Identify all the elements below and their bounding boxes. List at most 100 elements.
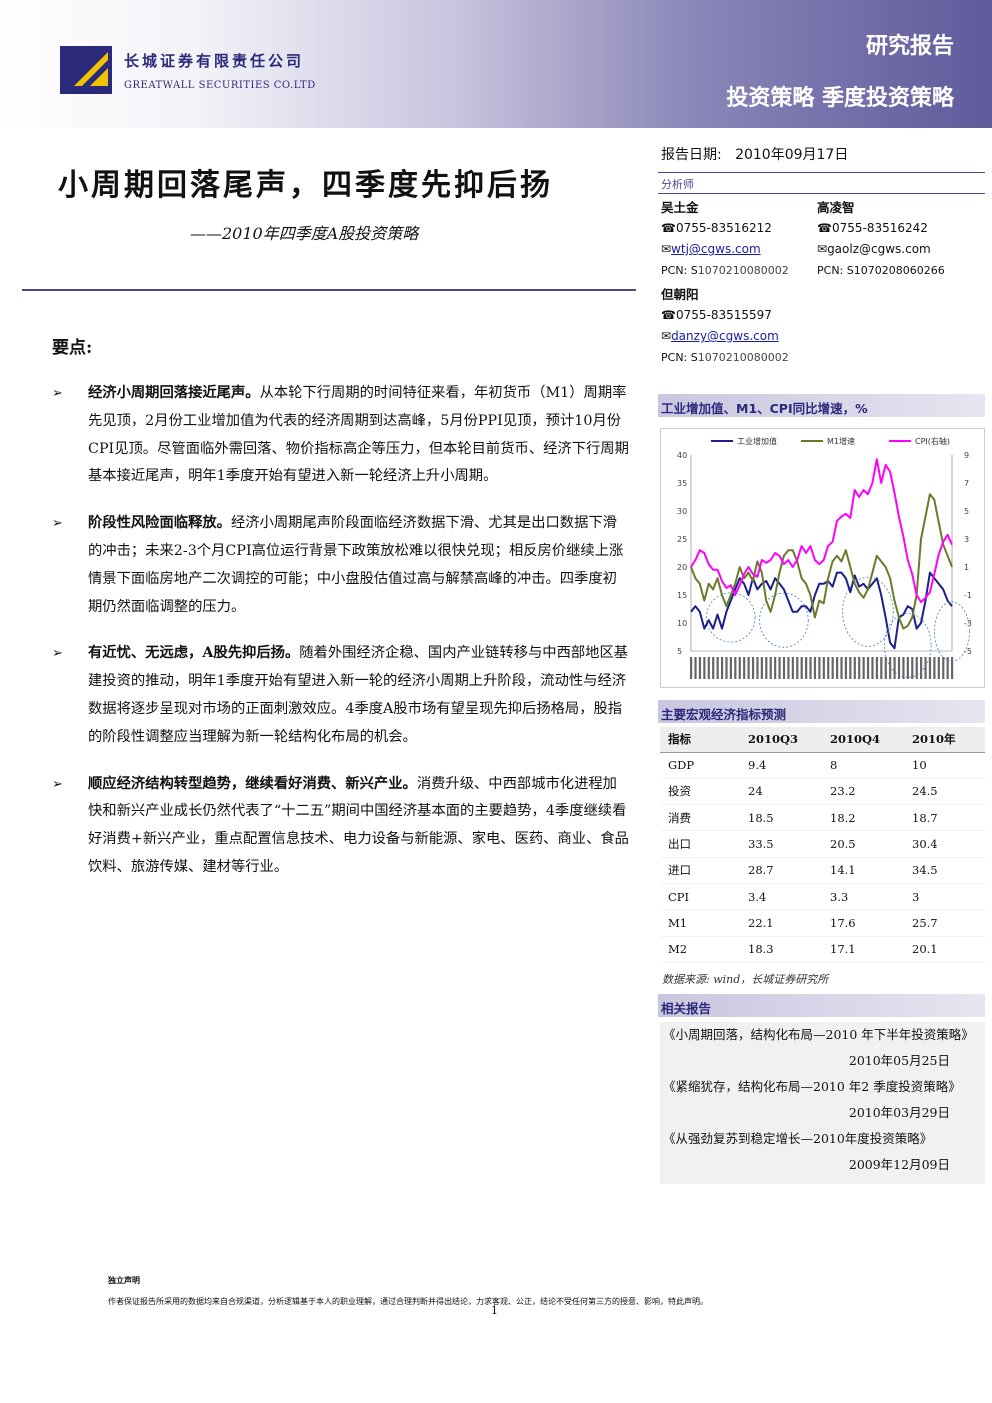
envelope-icon: ✉ xyxy=(661,242,672,256)
x-tick-label xyxy=(844,657,848,679)
key-point: ➢ 阶段性风险面临释放。经济小周期尾声阶段面临经济数据下滑、尤其是出口数据下滑的… xyxy=(52,510,630,621)
company-name-en: GREATWALL SECURITIES CO.LTD xyxy=(124,80,316,91)
table-row: 进口 28.7 14.1 34.5 xyxy=(660,857,985,884)
analyst-name: 但朝阳 xyxy=(661,287,699,302)
table-cell: 3.3 xyxy=(822,883,904,911)
arrow-bullet-icon: ➢ xyxy=(52,646,63,662)
y-tick-label-right: 3 xyxy=(964,535,969,544)
x-tick-label xyxy=(822,657,825,679)
x-tick-label xyxy=(858,657,861,679)
table-cell: 投资 xyxy=(660,778,740,806)
x-tick-label xyxy=(698,657,702,679)
x-tick-label xyxy=(951,657,954,679)
x-tick-label xyxy=(862,657,865,679)
pcn-label: PCN: S xyxy=(817,264,854,277)
table-header-cell: 指标 xyxy=(660,727,740,753)
x-tick-label xyxy=(897,657,901,679)
table-header-row: 指标 2010Q3 2010Q4 2010年 xyxy=(660,727,985,753)
table-cell: CPI xyxy=(660,883,740,911)
related-report-link[interactable]: 《紧缩犹存，结构化布局—2010 年2 季度投资策略》 xyxy=(663,1074,982,1100)
related-report-link[interactable]: 《从强劲复苏到稳定增长—2010年度投资策略》 xyxy=(663,1126,982,1152)
y-tick-label-left: 20 xyxy=(677,563,687,572)
x-tick-label xyxy=(809,657,812,679)
x-tick-label xyxy=(853,657,856,679)
x-tick-label xyxy=(782,657,786,679)
key-point-lead: 顺应经济结构转型趋势，继续看好消费、新兴产业。 xyxy=(88,775,417,792)
x-tick-label xyxy=(760,657,763,679)
pcn-number: 1070210080002 xyxy=(697,351,789,364)
header-banner: 长城证券有限责任公司 GREATWALL SECURITIES CO.LTD 研… xyxy=(0,0,992,128)
table-cell: 14.1 xyxy=(822,857,904,884)
analyst-label: 分析师 xyxy=(661,178,694,191)
analyst-email-link[interactable]: wtj@cgws.com xyxy=(671,242,761,256)
table-header-cell: 2010年 xyxy=(904,727,985,753)
x-tick-label xyxy=(787,657,790,679)
table-row: M2 18.3 17.1 20.1 xyxy=(660,936,985,963)
related-reports-title: 相关报告 xyxy=(658,994,985,1017)
table-cell: 33.5 xyxy=(740,830,822,858)
pcn-label: PCN: S xyxy=(661,264,698,277)
x-tick-label xyxy=(937,657,940,679)
table-cell: 18.7 xyxy=(904,804,985,832)
related-report-date: 2010年03月29日 xyxy=(848,1105,950,1120)
x-tick-label xyxy=(712,657,715,679)
report-date-label: 报告日期: xyxy=(661,147,722,163)
data-source-note: 数据来源: wind，长城证券研究所 xyxy=(662,973,829,986)
x-tick-label xyxy=(747,657,750,679)
x-tick-label xyxy=(827,657,830,679)
y-tick-label-right: -3 xyxy=(964,619,972,628)
table-cell: 22.1 xyxy=(740,909,822,937)
company-logo-icon xyxy=(60,46,112,94)
table-cell: 9.4 xyxy=(740,752,822,779)
table-cell: 24 xyxy=(740,778,822,806)
y-tick-label-left: 10 xyxy=(677,619,687,628)
table-cell: 18.5 xyxy=(740,804,822,832)
x-tick-label xyxy=(720,657,724,679)
x-tick-label xyxy=(751,657,755,679)
y-tick-label-right: 9 xyxy=(964,451,969,460)
x-tick-label xyxy=(880,657,883,679)
x-tick-label xyxy=(920,657,923,679)
page-number: 1 xyxy=(491,1304,498,1317)
report-date: 报告日期: 2010年09月17日 xyxy=(661,144,848,164)
x-tick-label xyxy=(800,657,803,679)
table-cell: 18.3 xyxy=(740,936,822,963)
annotation-ellipse xyxy=(759,592,809,648)
table-cell: 34.5 xyxy=(904,857,985,884)
key-point-lead: 经济小周期回落接近尾声。 xyxy=(88,385,260,401)
table-cell: 10 xyxy=(904,752,985,779)
y-tick-label-right: 7 xyxy=(964,479,969,488)
table-cell: 28.7 xyxy=(740,857,822,884)
y-tick-label-left: 5 xyxy=(677,647,682,656)
x-tick-label xyxy=(716,657,719,679)
table-cell: 30.4 xyxy=(904,830,985,858)
x-tick-label xyxy=(924,657,927,679)
report-category: 投资策略 季度投资策略 xyxy=(726,86,954,111)
analyst-email-link[interactable]: danzy@cgws.com xyxy=(671,329,779,343)
report-date-value: 2010年09月17日 xyxy=(735,147,849,163)
series-line xyxy=(690,458,953,603)
y-tick-label-right: 1 xyxy=(964,563,969,572)
table-cell: M2 xyxy=(660,936,740,963)
analyst-card: 高凌智 ☎0755-83516242 ✉gaolz@cgws.com PCN: … xyxy=(817,197,945,281)
related-report-date: 2009年12月09日 xyxy=(848,1157,950,1172)
y-tick-label-right: -1 xyxy=(964,591,972,600)
pcn-label: PCN: S xyxy=(661,351,698,364)
y-tick-label-right: 5 xyxy=(964,507,969,516)
analyst-email[interactable]: gaolz@cgws.com xyxy=(827,242,931,256)
table-cell: M1 xyxy=(660,909,740,937)
chart-svg: 40353025201510597531-1-3-5工业增加值 M1增速 CPI(右… xyxy=(677,436,972,679)
x-tick-label xyxy=(725,657,728,679)
y-tick-label-left: 35 xyxy=(677,479,687,488)
envelope-icon: ✉ xyxy=(817,242,828,256)
legend-label: M1增速 xyxy=(827,436,855,446)
x-tick-label xyxy=(805,657,808,679)
analyst-name: 高凌智 xyxy=(817,200,855,215)
table-cell: GDP xyxy=(660,752,740,779)
analyst-phone: ☎0755-83516212 xyxy=(661,221,772,235)
table-cell: 出口 xyxy=(660,830,740,858)
related-report-link[interactable]: 《小周期回落，结构化布局—2010 年下半年投资策略》 xyxy=(663,1022,982,1048)
x-tick-label xyxy=(703,657,706,679)
chart-section-title: 工业增加值、M1、CPI同比增速，% xyxy=(658,394,985,417)
x-tick-label xyxy=(734,657,737,679)
